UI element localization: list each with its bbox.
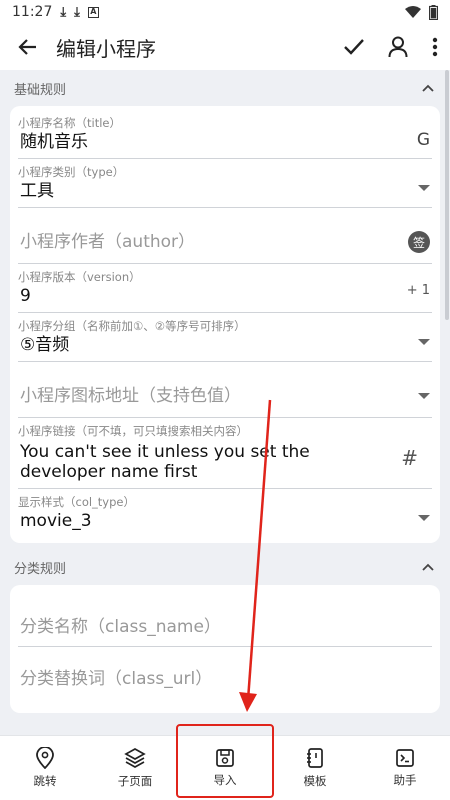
nav-label: 跳转 [33,774,57,788]
group-select[interactable]: ⑤音频 [18,331,432,361]
battery-icon [429,4,438,20]
form-content: 基础规则 小程序名称（title） 随机音乐 G 小程序类别（type） 工具 … [0,70,450,735]
a-notification-icon: A [87,6,99,18]
sign-icon: 签 [408,231,430,253]
col-type-dropdown-button[interactable] [418,515,430,521]
status-bar: 11:27 ⤓ ⤓ A [0,0,450,24]
field-label: 小程序名称（title） [18,116,121,130]
nav-label: 导入 [213,773,237,787]
download-icon: ⤓ [60,4,67,20]
col-type-field[interactable]: 显示样式（col_type） movie_3 [18,489,432,537]
title-field[interactable]: 小程序名称（title） 随机音乐 G [18,110,432,159]
status-time: 11:27 [12,4,53,20]
bottom-nav: 跳转 子页面 导入 模板 助手 [0,735,450,800]
caret-down-icon [418,185,430,191]
icon-input[interactable]: 小程序图标地址（支持色值） [18,362,432,412]
save-icon [216,749,234,767]
nav-import-button[interactable]: 导入 [180,736,270,800]
terminal-icon [396,749,414,767]
person-icon [388,36,408,58]
nav-template-button[interactable]: 模板 [270,736,360,800]
class-name-field[interactable]: 分类名称（class_name） [18,589,432,647]
caret-down-icon [418,515,430,521]
wifi-icon [405,6,421,18]
type-field[interactable]: 小程序类别（type） 工具 [18,159,432,208]
author-field[interactable]: 小程序作者（author） 签 [18,208,432,264]
save-check-button[interactable] [332,24,376,70]
version-field[interactable]: 小程序版本（version） 9 + 1 [18,264,432,313]
version-increment-button[interactable]: + 1 [407,283,430,298]
class-url-field[interactable]: 分类替换词（class_url） [18,647,432,693]
chevron-up-icon [422,84,434,92]
icon-field[interactable]: 小程序图标地址（支持色值） [18,362,432,418]
nav-label: 助手 [393,773,417,787]
title-input[interactable]: 随机音乐 [18,128,432,158]
page-title: 编辑小程序 [56,36,156,61]
back-button[interactable] [0,24,56,70]
account-button[interactable] [376,24,420,70]
sign-button[interactable]: 签 [408,231,430,253]
section-category-header[interactable]: 分类规则 [0,549,450,585]
caret-down-icon [418,393,430,399]
field-label: 小程序类别（type） [18,165,125,179]
nav-subpage-button[interactable]: 子页面 [90,736,180,800]
more-vert-icon [432,37,438,57]
layers-icon [124,748,146,768]
more-options-button[interactable] [420,24,450,70]
arrow-back-icon [18,39,36,55]
hash-button[interactable]: # [401,446,418,470]
group-dropdown-button[interactable] [418,339,430,345]
template-icon [307,748,323,768]
location-pin-icon [36,747,54,769]
version-input[interactable]: 9 [18,282,432,312]
caret-down-icon [418,339,430,345]
icon-dropdown-button[interactable] [418,393,430,399]
google-translate-button[interactable]: G [417,130,430,150]
field-label: 显示样式（col_type） [18,495,135,509]
class-name-input[interactable]: 分类名称（class_name） [18,589,432,643]
basic-rules-card: 小程序名称（title） 随机音乐 G 小程序类别（type） 工具 小程序作者… [10,106,440,543]
nav-label: 子页面 [117,774,153,788]
download-icon: ⤓ [74,4,80,20]
col-type-select[interactable]: movie_3 [18,507,432,537]
section-title: 基础规则 [14,82,67,98]
class-url-input[interactable]: 分类替换词（class_url） [18,647,432,695]
category-rules-card: 分类名称（class_name） 分类替换词（class_url） [10,585,440,713]
section-basic-header[interactable]: 基础规则 [0,70,450,106]
field-label: 小程序版本（version） [18,270,141,284]
field-label: 小程序分组（名称前加①、②等序号可排序） [18,319,246,333]
section-title: 分类规则 [14,561,67,577]
nav-label: 模板 [303,774,327,788]
field-label: 小程序链接（可不填，可只填搜索相关内容） [18,424,248,438]
nav-jump-button[interactable]: 跳转 [0,736,90,800]
link-field[interactable]: 小程序链接（可不填，可只填搜索相关内容） You can't see it un… [18,418,432,489]
group-field[interactable]: 小程序分组（名称前加①、②等序号可排序） ⑤音频 [18,313,432,362]
type-dropdown-button[interactable] [418,185,430,191]
check-icon [344,39,364,55]
app-bar: 编辑小程序 [0,24,450,70]
author-input[interactable]: 小程序作者（author） [18,208,432,258]
nav-assistant-button[interactable]: 助手 [360,736,450,800]
type-select[interactable]: 工具 [18,177,432,207]
chevron-up-icon [422,563,434,571]
link-input[interactable]: You can't see it unless you set the deve… [18,436,432,488]
scrollbar[interactable] [445,70,449,320]
